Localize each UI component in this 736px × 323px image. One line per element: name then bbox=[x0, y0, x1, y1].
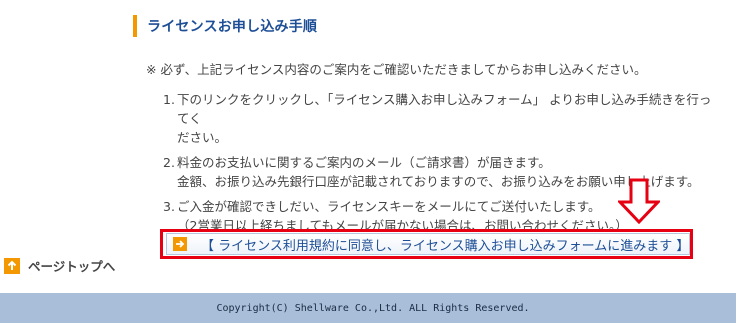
license-application-page: ライセンスお申し込み手順 ※ 必ず、上記ライセンス内容のご案内をご確認いただきま… bbox=[0, 0, 736, 323]
step-line: 下のリンクをクリックし、「ライセンス購入お申し込みフォーム」 よりお申し込み手続… bbox=[177, 92, 712, 126]
section-title: ライセンスお申し込み手順 bbox=[147, 19, 318, 35]
step-item: 1. 下のリンクをクリックし、「ライセンス購入お申し込みフォーム」 よりお申し込… bbox=[163, 90, 723, 147]
arrow-up-icon bbox=[4, 257, 20, 274]
apply-form-link-label: 【 ライセンス利用規約に同意し、ライセンス購入お申し込みフォームに進みます 】 bbox=[201, 238, 690, 254]
section-heading: ライセンスお申し込み手順 bbox=[133, 14, 317, 38]
apply-form-link[interactable]: 【 ライセンス利用規約に同意し、ライセンス購入お申し込みフォームに進みます 】 bbox=[166, 233, 691, 255]
step-text: 下のリンクをクリックし、「ライセンス購入お申し込みフォーム」 よりお申し込み手続… bbox=[177, 90, 723, 147]
heading-accent-bar bbox=[133, 15, 137, 37]
arrow-down-icon bbox=[618, 178, 660, 224]
page-top-label: ページトップへ bbox=[28, 259, 116, 274]
page-top-link[interactable]: ページトップへ bbox=[4, 256, 115, 275]
footer: Copyright(C) Shellware Co.,Ltd. ALL Righ… bbox=[0, 293, 736, 323]
step-number: 1. bbox=[163, 92, 175, 107]
highlight-frame: 【 ライセンス利用規約に同意し、ライセンス購入お申し込みフォームに進みます 】 bbox=[160, 229, 693, 259]
copyright-text: Copyright(C) Shellware Co.,Ltd. ALL Righ… bbox=[216, 302, 530, 314]
arrow-right-icon bbox=[173, 237, 187, 251]
step-line: ださい。 bbox=[177, 130, 228, 145]
confirmation-notice: ※ 必ず、上記ライセンス内容のご案内をご確認いただきましてからお申し込みください… bbox=[146, 62, 647, 77]
step-line: 料金のお支払いに関するご案内のメール（ご請求書）が届きます。 bbox=[177, 155, 551, 170]
step-number: 2. bbox=[163, 155, 175, 170]
